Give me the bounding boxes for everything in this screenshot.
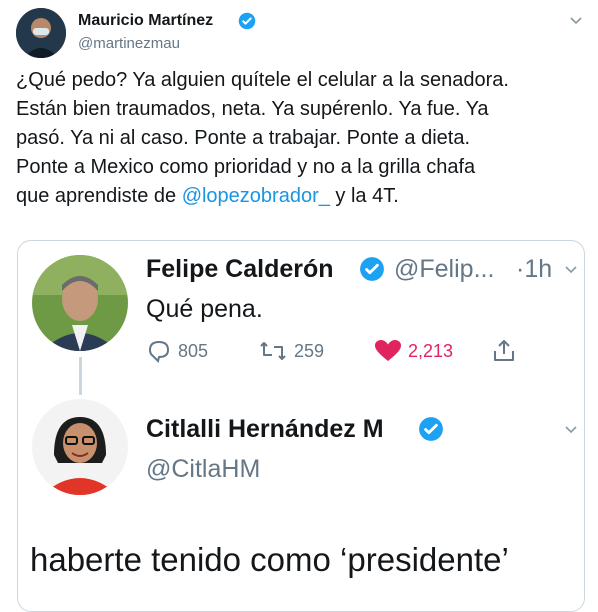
tweet-line: ¿Qué pedo? Ya alguien quítele el celular… [16,69,509,91]
heart-icon [375,340,401,361]
verified-icon [418,416,444,447]
author-name[interactable]: Mauricio Martínez [78,12,213,30]
quoted-text: haberte tenido como ‘presidente’ [30,541,509,578]
embedded-screenshot[interactable]: Felipe Calderón @Felip... ·1h Qué pena. … [17,240,585,612]
quoted-handle[interactable]: @CitlaHM [146,455,260,484]
chevron-down-icon[interactable] [564,263,578,277]
like-action[interactable]: 2,213 [374,339,453,363]
retweet-icon [260,342,286,360]
share-action[interactable] [492,339,516,363]
reply-icon [148,340,170,363]
calderon-avatar[interactable] [32,255,128,351]
tweet-line: pasó. Ya ni al caso. Ponte a trabajar. P… [16,127,471,149]
avatar-image [32,399,128,495]
verified-icon [359,256,385,287]
tweet-line: Ponte a Mexico como prioridad y no a la … [16,156,476,178]
thread-connector [79,357,82,395]
like-count: 2,213 [408,340,454,361]
tweet-text: ¿Qué pedo? Ya alguien quítele el celular… [16,66,586,211]
citlalli-avatar[interactable] [32,399,128,495]
reply-count: 805 [178,340,209,361]
avatar-image [32,255,128,351]
author-avatar[interactable] [16,8,66,58]
tweet-line: que aprendiste de @lopezobrador_ y la 4T… [16,182,586,211]
chevron-down-icon[interactable] [569,14,583,28]
reply-action[interactable]: 805 [146,339,208,363]
tweet-line-prefix: que aprendiste de [16,185,182,207]
mention-link[interactable]: @lopezobrador_ [182,185,330,207]
quoted-handle[interactable]: @Felip... [394,255,494,284]
tweet-line-suffix: y la 4T. [329,185,399,207]
chevron-down-icon[interactable] [564,423,578,437]
verified-icon [238,12,256,35]
author-handle[interactable]: @martinezmau [78,35,180,52]
tweet-line: Están bien traumados, neta. Ya supérenlo… [16,98,489,120]
quoted-time[interactable]: ·1h [516,255,552,284]
retweet-action[interactable]: 259 [258,339,324,363]
quoted-text: Qué pena. [146,295,263,323]
quoted-name[interactable]: Citlalli Hernández M [146,415,384,444]
quoted-name[interactable]: Felipe Calderón [146,255,334,284]
avatar-image [16,8,66,58]
share-icon [494,340,514,361]
retweet-count: 259 [294,340,325,361]
